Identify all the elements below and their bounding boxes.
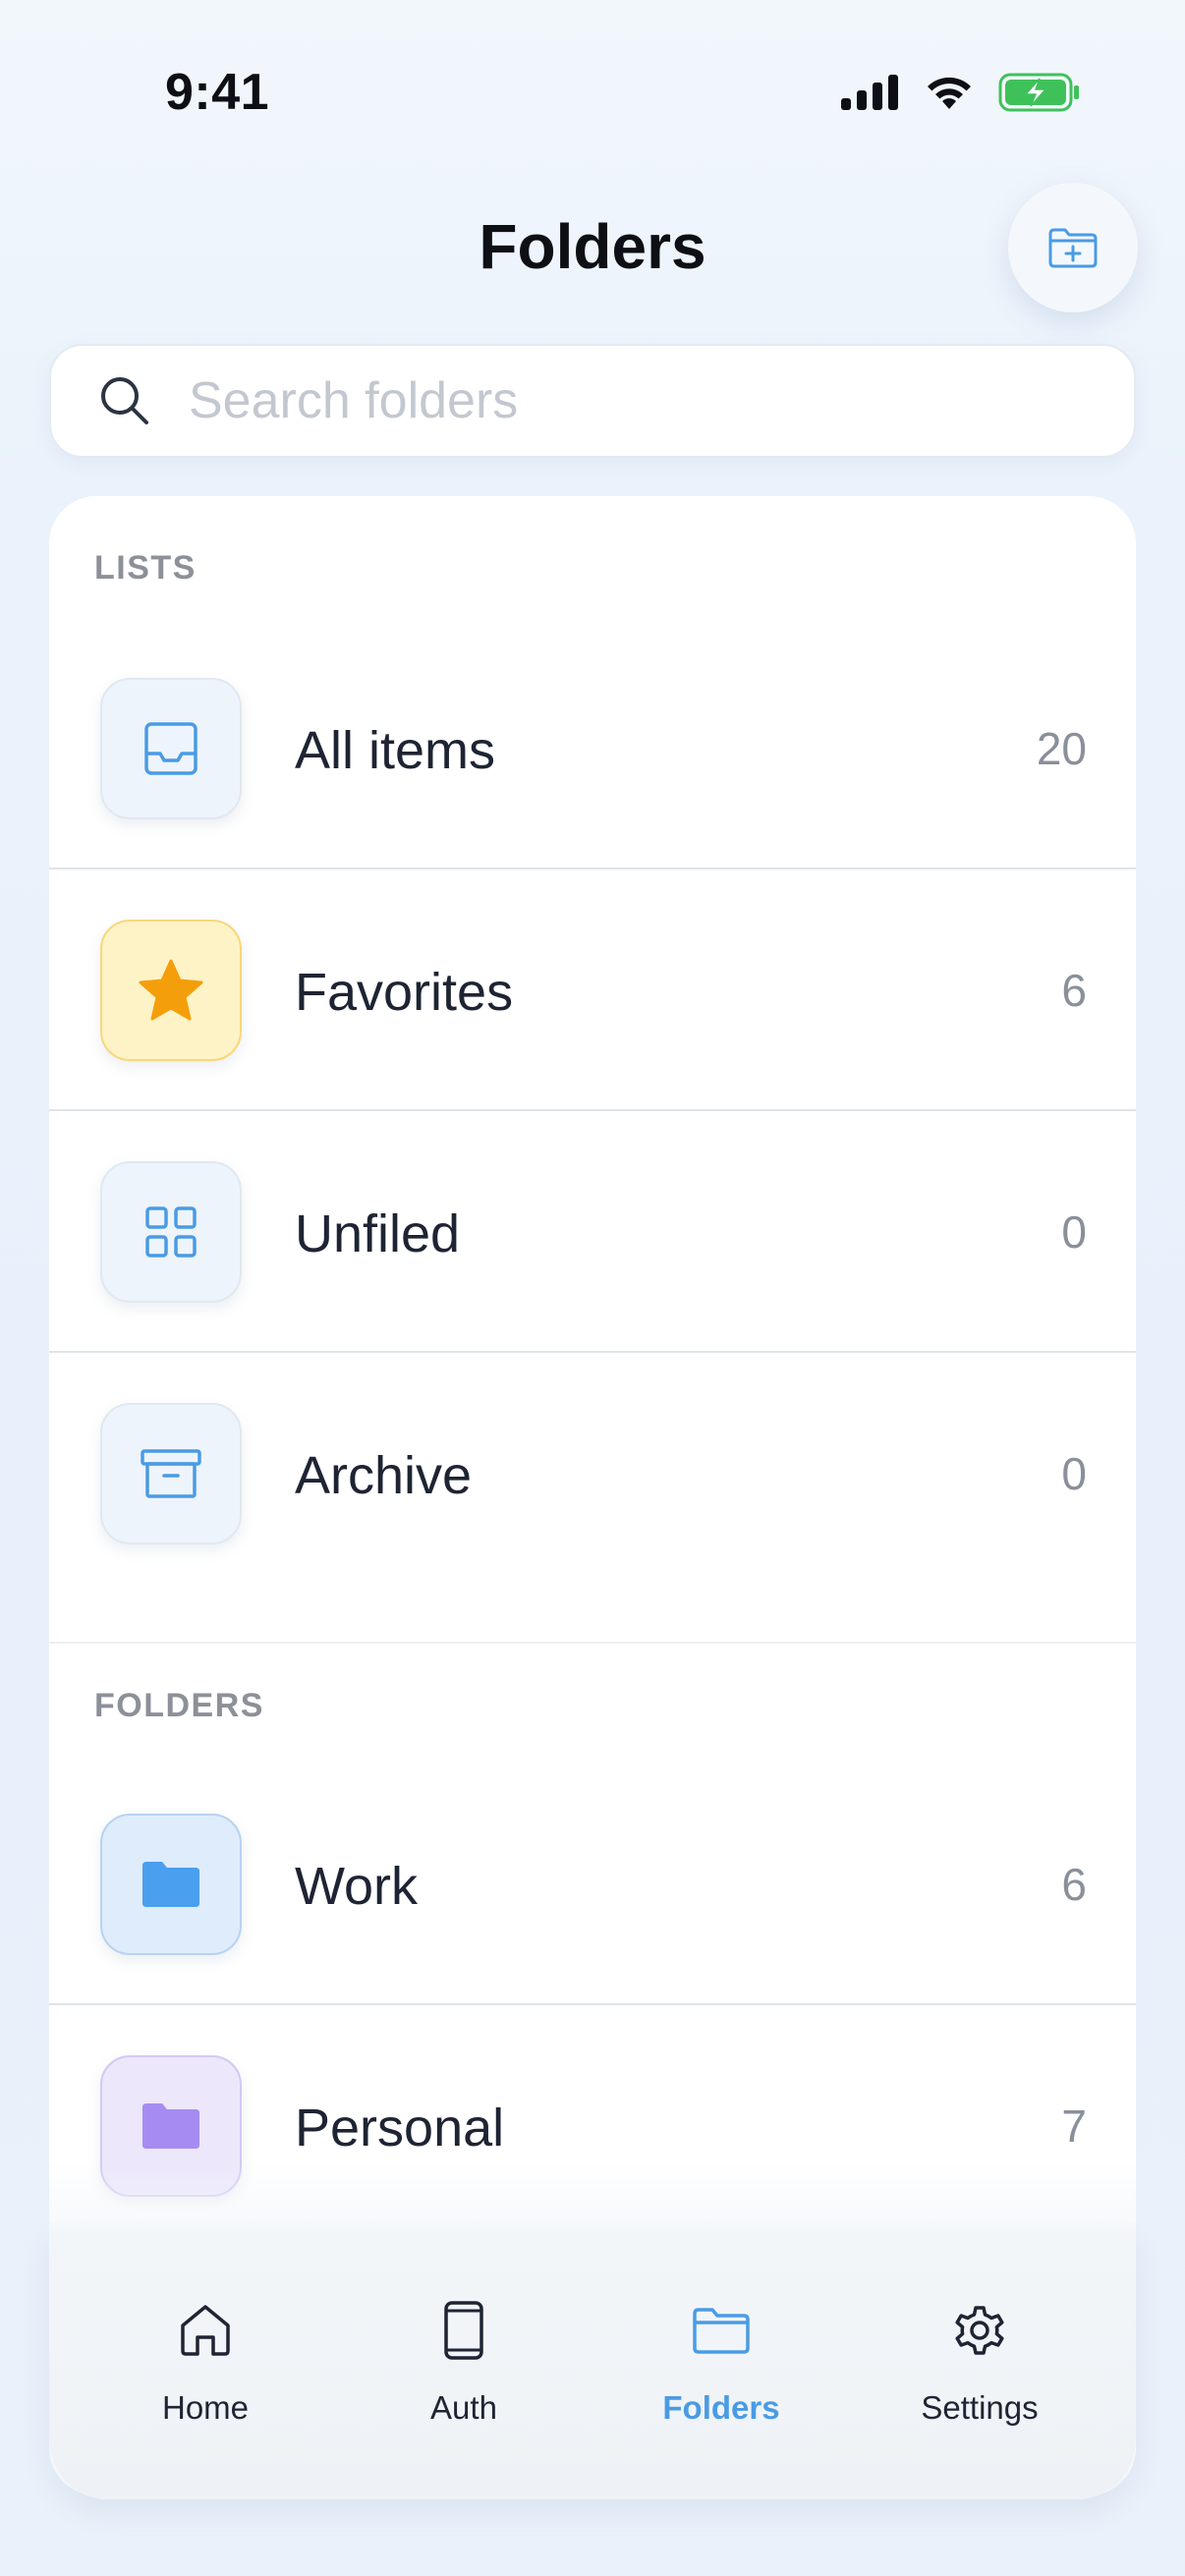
list-item-count: 6 [1061, 965, 1087, 1016]
tab-settings[interactable]: Settings [867, 2232, 1093, 2458]
list-item-label: Favorites [295, 963, 514, 1022]
inbox-icon [100, 678, 242, 819]
section-divider [49, 1642, 1136, 1644]
grid-icon [100, 1161, 242, 1303]
folder-item-label: Work [295, 1857, 419, 1916]
list-item-count: 0 [1061, 1448, 1087, 1499]
gear-icon [950, 2301, 1009, 2360]
list-item-favorites[interactable]: Favorites 6 [49, 869, 1136, 1111]
search-icon [96, 372, 153, 429]
tab-auth[interactable]: Auth [351, 2232, 577, 2458]
archive-icon [100, 1403, 242, 1544]
tab-folders[interactable]: Folders [608, 2232, 834, 2458]
list-item-archive[interactable]: Archive 0 [49, 1353, 1136, 1648]
battery-charging-icon [998, 73, 1079, 112]
folder-icon [100, 1814, 242, 1955]
folder-item-work[interactable]: Work 6 [49, 1764, 1136, 2005]
list-item-count: 20 [1036, 723, 1087, 774]
tab-bar: Home Auth Folders Settings [49, 2232, 1136, 2499]
section-label-folders: FOLDERS [94, 1687, 264, 1724]
tab-home[interactable]: Home [92, 2232, 318, 2458]
status-bar: 9:41 [0, 0, 1185, 187]
folder-icon [692, 2301, 751, 2360]
folder-item-count: 7 [1061, 2100, 1087, 2152]
tab-label: Home [161, 2389, 250, 2426]
status-time: 9:41 [165, 64, 270, 121]
list-item-label: All items [295, 721, 496, 780]
home-icon [176, 2301, 235, 2360]
search-input[interactable] [187, 370, 1055, 431]
phone-icon [434, 2301, 493, 2360]
list-item-label: Archive [295, 1446, 473, 1505]
list-item-unfiled[interactable]: Unfiled 0 [49, 1111, 1136, 1353]
tab-label: Auth [430, 2389, 497, 2426]
folder-plus-icon [1048, 228, 1098, 268]
star-icon [100, 920, 242, 1061]
tab-label: Folders [662, 2389, 780, 2426]
folder-item-count: 6 [1061, 1859, 1087, 1910]
list-item-all-items[interactable]: All items 20 [49, 628, 1136, 869]
folder-item-label: Personal [295, 2099, 505, 2157]
list-item-label: Unfiled [295, 1204, 461, 1263]
tab-bar-fade [49, 2161, 1136, 2240]
section-label-lists: LISTS [94, 549, 197, 587]
status-icons [841, 73, 1081, 112]
add-folder-button[interactable] [1008, 183, 1138, 312]
search-bar[interactable] [49, 344, 1136, 458]
cellular-signal-icon [841, 75, 898, 110]
list-item-count: 0 [1061, 1206, 1087, 1258]
tab-label: Settings [921, 2389, 1039, 2426]
wifi-icon [928, 77, 971, 109]
